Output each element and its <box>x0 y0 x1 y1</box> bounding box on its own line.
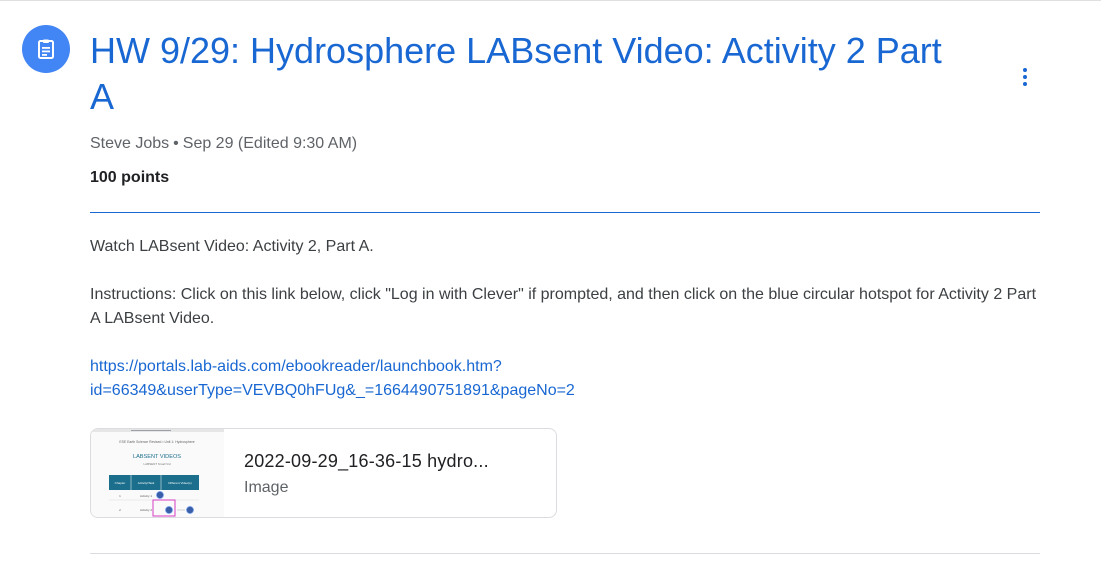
assignment-icon <box>22 25 70 73</box>
instructions-text: Instructions: Click on this link below, … <box>90 286 1037 327</box>
author-name: Steve Jobs <box>90 135 170 152</box>
meta-separator: • <box>173 135 179 152</box>
assignment-meta: Steve Jobs • Sep 29 (Edited 9:30 AM) <box>90 133 357 155</box>
posted-date: Sep 29 (Edited 9:30 AM) <box>182 135 358 152</box>
image-attachment[interactable]: ESE Earth Science Revised • Unit 1: Hydr… <box>90 428 557 518</box>
assignment-title: HW 9/29: Hydrosphere LABsent Video: Acti… <box>90 30 942 117</box>
more-vert-icon <box>1023 68 1027 72</box>
thumbnail-course: ESE Earth Science Revised • Unit 1: Hydr… <box>119 440 194 444</box>
thumbnail-row1-activity: Activity 1 <box>140 494 152 498</box>
assignment-description: Watch LABsent Video: Activity 2, Part A.… <box>90 235 1040 403</box>
points-label: 100 points <box>90 169 170 186</box>
thumbnail-row2-activity: Activity 2 <box>140 508 152 512</box>
thumbnail-col-2: Activity/Task <box>138 481 155 485</box>
top-divider <box>0 0 1101 1</box>
footer-divider <box>90 553 1040 554</box>
attachment-thumbnail: ESE Earth Science Revised • Unit 1: Hydr… <box>91 429 224 517</box>
thumbnail-subheading: LABSENT Small Vid <box>143 462 170 466</box>
portal-link-line1[interactable]: https://portals.lab-aids.com/ebookreader… <box>90 358 502 375</box>
thumbnail-col-3: Different Video(s) <box>168 481 191 485</box>
attachment-name[interactable]: 2022-09-29_16-36-15 hydro... <box>244 449 489 473</box>
thumbnail-col-1: Chapter <box>115 481 126 485</box>
description-line: Watch LABsent Video: Activity 2, Part A. <box>90 238 374 255</box>
attachment-type: Image <box>244 479 289 496</box>
thumbnail-heading: LABSENT VIDEOS <box>133 454 181 460</box>
attachment-info: 2022-09-29_16-36-15 hydro... Image <box>224 429 489 517</box>
portal-link[interactable]: https://portals.lab-aids.com/ebookreader… <box>90 355 1040 403</box>
header-divider <box>90 212 1040 213</box>
more-options-button[interactable] <box>1008 58 1042 96</box>
portal-link-line2[interactable]: id=66349&userType=VEVBQ0hFUg&_=166449075… <box>90 382 575 399</box>
